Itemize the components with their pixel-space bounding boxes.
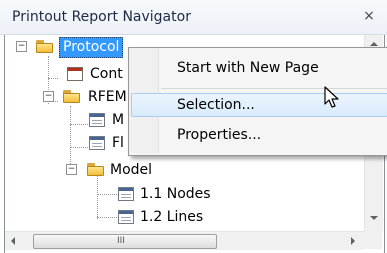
- toc-icon: [67, 67, 83, 81]
- menu-item-label: Properties...: [177, 127, 262, 143]
- scroll-up-icon[interactable]: [370, 42, 378, 46]
- tree-connector: [48, 78, 58, 80]
- scrollbar-corner: [364, 231, 382, 249]
- menu-item-label: Start with New Page: [177, 60, 319, 76]
- tree-node-label: M: [112, 112, 125, 128]
- scrollbar-grip: III: [117, 236, 125, 246]
- tree-node-label: Model: [110, 162, 153, 178]
- close-icon[interactable]: ×: [361, 8, 377, 24]
- tree-node-rfem[interactable]: − RFEM: [36, 86, 128, 108]
- menu-item-start-with-new-page[interactable]: Start with New Page: [131, 56, 387, 80]
- tree-node-lines[interactable]: 1.2 Lines: [110, 206, 220, 228]
- menu-separator: [161, 88, 387, 89]
- folder-icon: [63, 90, 80, 103]
- tree-node-fl[interactable]: Fl: [80, 132, 128, 154]
- scroll-left-icon[interactable]: [11, 237, 15, 245]
- tree-node-label: Protocol: [59, 37, 124, 58]
- tree-node-model[interactable]: − Model: [60, 159, 170, 181]
- tree-node-label: Cont: [90, 66, 123, 82]
- scroll-right-icon[interactable]: [351, 237, 355, 245]
- context-menu: Start with New Page Selection... Propert…: [128, 47, 387, 156]
- tree-node-label: 1.2 Lines: [140, 209, 204, 225]
- title-bar: Printout Report Navigator ×: [0, 0, 387, 35]
- menu-item-label: Selection...: [177, 97, 255, 113]
- page-icon: [118, 210, 134, 224]
- collapse-toggle[interactable]: −: [43, 91, 54, 102]
- scroll-down-icon[interactable]: [370, 216, 378, 220]
- collapse-toggle[interactable]: −: [66, 164, 77, 175]
- tree-node-label: Fl: [112, 135, 124, 151]
- mouse-cursor-icon: [324, 86, 339, 108]
- tree-node-protocol[interactable]: − Protocol: [14, 36, 134, 58]
- scrollbar-thumb[interactable]: III: [33, 234, 217, 249]
- printout-report-navigator-window: Printout Report Navigator × − Protocol C…: [0, 0, 387, 253]
- horizontal-scrollbar[interactable]: III: [5, 231, 364, 250]
- folder-icon: [87, 163, 104, 176]
- tree-node-contents[interactable]: Cont: [58, 63, 128, 85]
- page-icon: [89, 136, 105, 150]
- tree-node-label: RFEM: [88, 89, 127, 105]
- tree-node-label: 1.1 Nodes: [140, 186, 211, 202]
- page-icon: [118, 187, 134, 201]
- window-title: Printout Report Navigator: [12, 9, 191, 25]
- tree-node-m[interactable]: M: [80, 109, 128, 131]
- menu-item-selection[interactable]: Selection...: [131, 93, 387, 117]
- tree-node-nodes[interactable]: 1.1 Nodes: [110, 183, 220, 205]
- menu-item-properties[interactable]: Properties...: [131, 123, 387, 147]
- page-icon: [89, 113, 105, 127]
- folder-icon: [36, 40, 53, 53]
- tree-connector: [97, 176, 99, 219]
- collapse-toggle[interactable]: −: [16, 41, 27, 52]
